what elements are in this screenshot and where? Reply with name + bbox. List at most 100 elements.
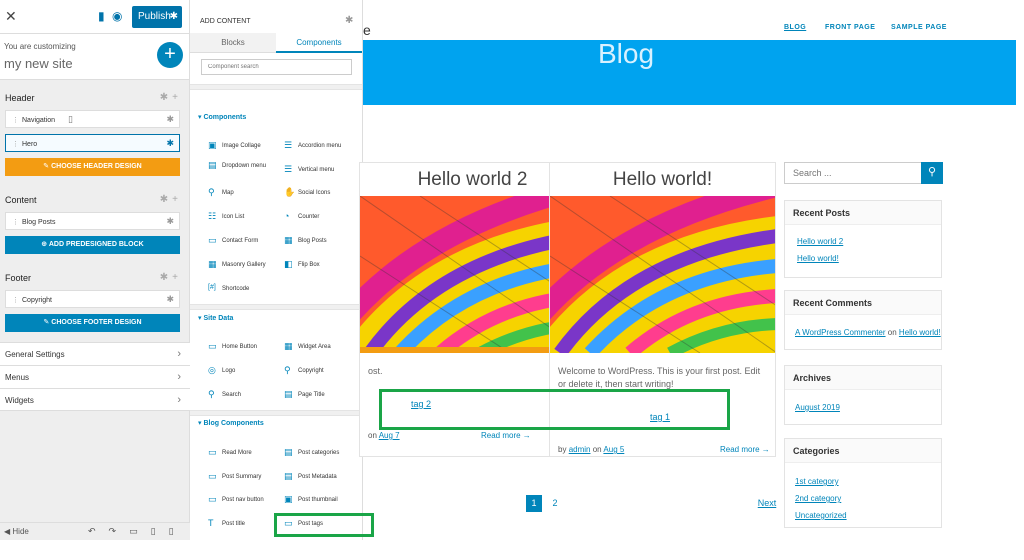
- component-icon-list[interactable]: ☷ Icon List: [208, 212, 288, 224]
- drag-handle-icon[interactable]: ⋮: [12, 297, 19, 304]
- document-icon[interactable]: ▯: [68, 114, 73, 125]
- component-search[interactable]: ⚲ Search: [208, 390, 288, 402]
- recent-post-link[interactable]: Hello world!: [797, 254, 839, 263]
- read-more-link[interactable]: Read more →: [720, 445, 770, 454]
- gear-icon[interactable]: ✱: [166, 114, 174, 125]
- gear-icon[interactable]: ✱: [166, 294, 174, 305]
- component-vertical-menu[interactable]: ☰ Vertical menu: [284, 165, 364, 177]
- footer-item-copyright[interactable]: ⋮ Copyright ✱: [5, 290, 180, 308]
- desktop-icon[interactable]: ▭: [129, 526, 151, 536]
- post-title[interactable]: Hello world!: [550, 169, 775, 191]
- site-brand[interactable]: e: [363, 22, 371, 38]
- component-masonry-gallery[interactable]: ▦ Masonry Gallery: [208, 260, 288, 272]
- post-author-link[interactable]: admin: [569, 445, 591, 454]
- gear-icon[interactable]: ✱: [166, 216, 174, 227]
- hide-label[interactable]: Hide: [12, 527, 28, 536]
- add-predesigned-block-button[interactable]: ⊕ ADD PREDESIGNED BLOCK: [5, 236, 180, 254]
- choose-footer-design-button[interactable]: ✎ CHOOSE FOOTER DESIGN: [5, 314, 180, 332]
- component-search-input[interactable]: [201, 59, 352, 75]
- component-page-title[interactable]: ▤ Page Title: [284, 390, 364, 402]
- component-post-thumbnail[interactable]: ▣ Post thumbnail: [284, 495, 364, 507]
- site-search-input[interactable]: [784, 162, 922, 184]
- post-thumbnail[interactable]: [550, 196, 775, 353]
- archive-link[interactable]: August 2019: [795, 403, 840, 412]
- post-date-link[interactable]: Aug 7: [379, 431, 400, 440]
- component-shortcode[interactable]: [#] Shortcode: [208, 284, 288, 296]
- component-counter[interactable]: ◔ Counter: [284, 212, 364, 224]
- group-components-header[interactable]: ▾ Components: [198, 113, 246, 121]
- component-copyright[interactable]: ⚲ Copyright: [284, 366, 364, 378]
- widget-archives: Archives August 2019: [784, 365, 942, 425]
- component-post-categories[interactable]: ▤ Post categories: [284, 448, 364, 460]
- category-link[interactable]: 1st category: [795, 477, 839, 486]
- group-site-data-header[interactable]: ▾ Site Data: [198, 314, 233, 322]
- button-label: ADD PREDESIGNED BLOCK: [48, 241, 144, 248]
- component-dropdown-menu[interactable]: ▤ Dropdown menu: [208, 161, 288, 179]
- metadata-icon: ▤: [284, 471, 293, 481]
- eye-icon[interactable]: ◉: [112, 9, 122, 23]
- section-header-actions[interactable]: ✱+: [160, 92, 182, 103]
- document-icon[interactable]: ▮: [98, 9, 105, 23]
- item-label: Blog Posts: [22, 219, 56, 226]
- nav-front-page[interactable]: FRONT PAGE: [825, 24, 875, 31]
- component-blog-posts[interactable]: ▦ Blog Posts: [284, 236, 364, 248]
- drag-handle-icon[interactable]: ⋮: [12, 117, 19, 124]
- nav-sample-page[interactable]: SAMPLE PAGE: [891, 24, 947, 31]
- component-accordion-menu[interactable]: ☰ Accordion menu: [284, 141, 364, 153]
- component-map[interactable]: ⚲ Map: [208, 188, 288, 200]
- group-label: Site Data: [203, 315, 234, 322]
- component-image-collage[interactable]: ▣ Image Collage: [208, 141, 288, 153]
- category-link[interactable]: 2nd category: [795, 494, 841, 503]
- component-flip-box[interactable]: ◧ Flip Box: [284, 260, 364, 272]
- component-social-icons[interactable]: ✋ Social Icons: [284, 188, 364, 200]
- header-item-hero[interactable]: ⋮ Hero ✱: [5, 134, 180, 152]
- comment-post-link[interactable]: Hello world!: [899, 328, 941, 337]
- header-item-navigation[interactable]: ⋮ Navigation ▯ ✱: [5, 110, 180, 128]
- commenter-link[interactable]: A WordPress Commenter: [795, 328, 886, 337]
- gear-icon[interactable]: ✱: [166, 138, 174, 149]
- content-item-blog-posts[interactable]: ⋮ Blog Posts ✱: [5, 212, 180, 230]
- component-widget-area[interactable]: ▦ Widget Area: [284, 342, 364, 354]
- section-footer-actions[interactable]: ✱+: [160, 272, 182, 283]
- flip-box-icon: ◧: [284, 259, 293, 269]
- hide-controls-icon[interactable]: ◀: [4, 527, 10, 536]
- nav-widgets[interactable]: Widgets ›: [0, 388, 190, 411]
- close-icon[interactable]: ✕: [5, 8, 17, 25]
- publish-button[interactable]: Publish ✱: [132, 6, 182, 28]
- tab-components[interactable]: Components: [276, 33, 362, 53]
- nav-general-settings[interactable]: General Settings ›: [0, 342, 190, 365]
- add-content-button[interactable]: +: [157, 42, 183, 68]
- recent-post-link[interactable]: Hello world 2: [797, 237, 843, 246]
- tablet-icon[interactable]: ▯: [151, 526, 169, 536]
- tab-blocks[interactable]: Blocks: [190, 33, 276, 53]
- redo-icon[interactable]: ↷: [109, 526, 130, 536]
- page-1[interactable]: 1: [526, 495, 542, 512]
- section-content-actions[interactable]: ✱+: [160, 194, 182, 205]
- component-read-more[interactable]: ▭ Read More: [208, 448, 288, 460]
- post-date-link[interactable]: Aug 5: [603, 445, 624, 454]
- page-2[interactable]: 2: [549, 495, 561, 512]
- category-link[interactable]: Uncategorized: [795, 511, 847, 520]
- meta-on: on: [368, 431, 377, 440]
- item-label: Widget Area: [298, 344, 331, 350]
- component-post-metadata[interactable]: ▤ Post Metadata: [284, 472, 364, 484]
- component-logo[interactable]: ◎ Logo: [208, 366, 288, 378]
- component-post-summary[interactable]: ▭ Post Summary: [208, 472, 288, 484]
- undo-icon[interactable]: ↶: [88, 526, 109, 536]
- item-label: Counter: [298, 214, 320, 220]
- read-more-link[interactable]: Read more →: [481, 431, 531, 440]
- search-button[interactable]: ⚲: [921, 162, 943, 184]
- drag-handle-icon[interactable]: ⋮: [12, 219, 19, 226]
- drag-handle-icon[interactable]: ⋮: [12, 141, 19, 148]
- component-home-button[interactable]: ▭ Home Button: [208, 342, 288, 354]
- nav-blog[interactable]: BLOG: [784, 24, 806, 31]
- component-post-nav-button[interactable]: ▭ Post nav button: [208, 495, 288, 507]
- choose-header-design-button[interactable]: ✎ CHOOSE HEADER DESIGN: [5, 158, 180, 176]
- next-page-link[interactable]: Next: [755, 495, 779, 512]
- gear-icon[interactable]: ✱: [170, 6, 178, 28]
- nav-menus[interactable]: Menus ›: [0, 365, 190, 388]
- mobile-icon[interactable]: ▯: [169, 526, 187, 536]
- component-contact-form[interactable]: ▭ Contact Form: [208, 236, 288, 248]
- group-blog-components-header[interactable]: ▾ Blog Components: [198, 419, 264, 427]
- gear-icon[interactable]: ✱: [345, 15, 353, 26]
